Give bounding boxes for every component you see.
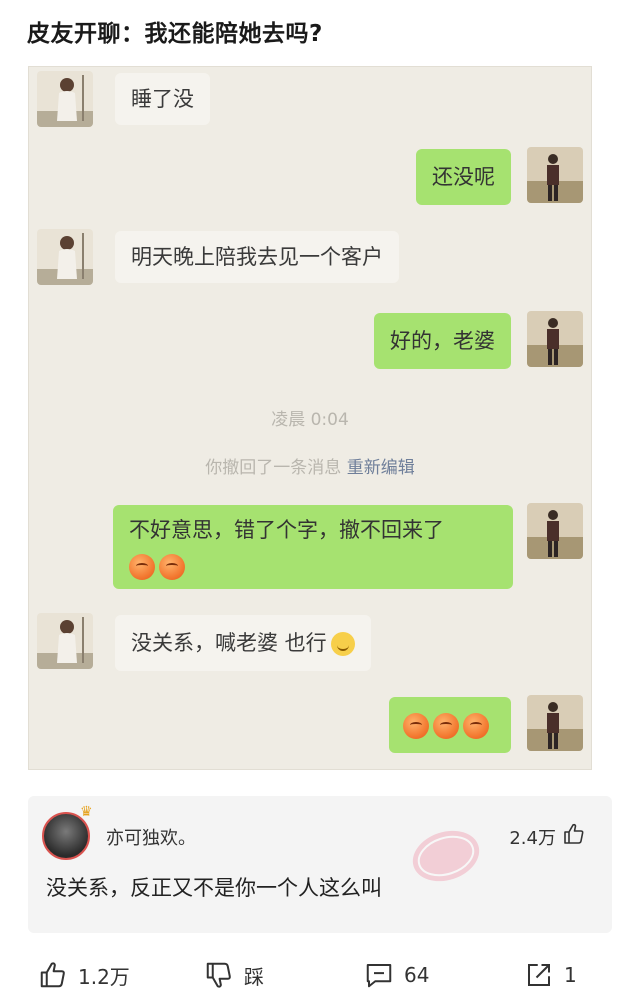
message-bubble-incoming: 睡了没	[115, 73, 210, 125]
avatar-man	[527, 503, 583, 559]
share-button[interactable]: 1	[524, 960, 577, 990]
thumbs-up-icon	[40, 962, 65, 988]
grimace-emoji-icon	[129, 554, 155, 580]
share-icon	[528, 964, 550, 986]
grimace-emoji-icon	[403, 713, 429, 739]
comment-count: 64	[404, 963, 430, 987]
post-action-bar: 1.2万 踩 64 1	[0, 952, 641, 992]
dislike-label: 踩	[244, 964, 264, 989]
avatar-woman	[37, 613, 93, 669]
commenter-username[interactable]: 亦可独欢。	[106, 824, 196, 850]
thumbs-down-icon	[206, 962, 231, 988]
avatar-man	[527, 311, 583, 367]
message-bubble-outgoing: 还没呢	[416, 149, 511, 205]
avatar-woman	[37, 229, 93, 285]
chat-screenshot: 睡了没 还没呢 明天晚上陪我去见一个客户 好的，老婆 凌晨 0:04 你撤回了一…	[28, 66, 592, 770]
comment-like-count: 2.4万	[509, 828, 556, 849]
emoji-row	[129, 551, 497, 581]
message-text: 没关系，喊老婆 也行	[131, 631, 327, 655]
recall-notice: 你撤回了一条消息 重新编辑	[29, 453, 591, 478]
message-bubble-incoming: 明天晚上陪我去见一个客户	[115, 231, 399, 283]
smile-emoji-icon	[330, 632, 355, 656]
crown-icon: ♛	[80, 804, 93, 820]
message-bubble-incoming: 没关系，喊老婆 也行	[115, 615, 371, 671]
chat-timestamp: 凌晨 0:04	[271, 410, 349, 430]
thumbs-up-icon[interactable]	[562, 822, 586, 846]
post-title: 皮友开聊：我还能陪她去吗?	[27, 21, 323, 47]
comment-bubble-icon	[366, 964, 392, 988]
recall-notice-text: 你撤回了一条消息	[205, 458, 342, 478]
message-bubble-outgoing: 好的，老婆	[374, 313, 511, 369]
god-comment-stamp-icon	[412, 830, 480, 882]
message-text: 不好意思，错了个字，撤不回来了	[129, 518, 444, 542]
avatar-woman	[37, 71, 93, 127]
like-count: 1.2万	[78, 964, 130, 989]
like-button[interactable]: 1.2万	[38, 960, 130, 990]
share-count: 1	[564, 963, 577, 987]
message-bubble-outgoing: 不好意思，错了个字，撤不回来了	[113, 505, 513, 589]
avatar-man	[527, 695, 583, 751]
grimace-emoji-icon	[433, 713, 459, 739]
featured-comment: ♛ 亦可独欢。 2.4万 没关系，反正又不是你一个人这么叫	[28, 796, 612, 933]
comment-button[interactable]: 64	[364, 960, 429, 990]
grimace-emoji-icon	[463, 713, 489, 739]
grimace-emoji-icon	[159, 554, 185, 580]
dislike-button[interactable]: 踩	[204, 960, 264, 990]
message-bubble-outgoing	[389, 697, 511, 753]
avatar-man	[527, 147, 583, 203]
re-edit-link[interactable]: 重新编辑	[347, 458, 415, 478]
comment-text: 没关系，反正又不是你一个人这么叫	[46, 876, 382, 900]
